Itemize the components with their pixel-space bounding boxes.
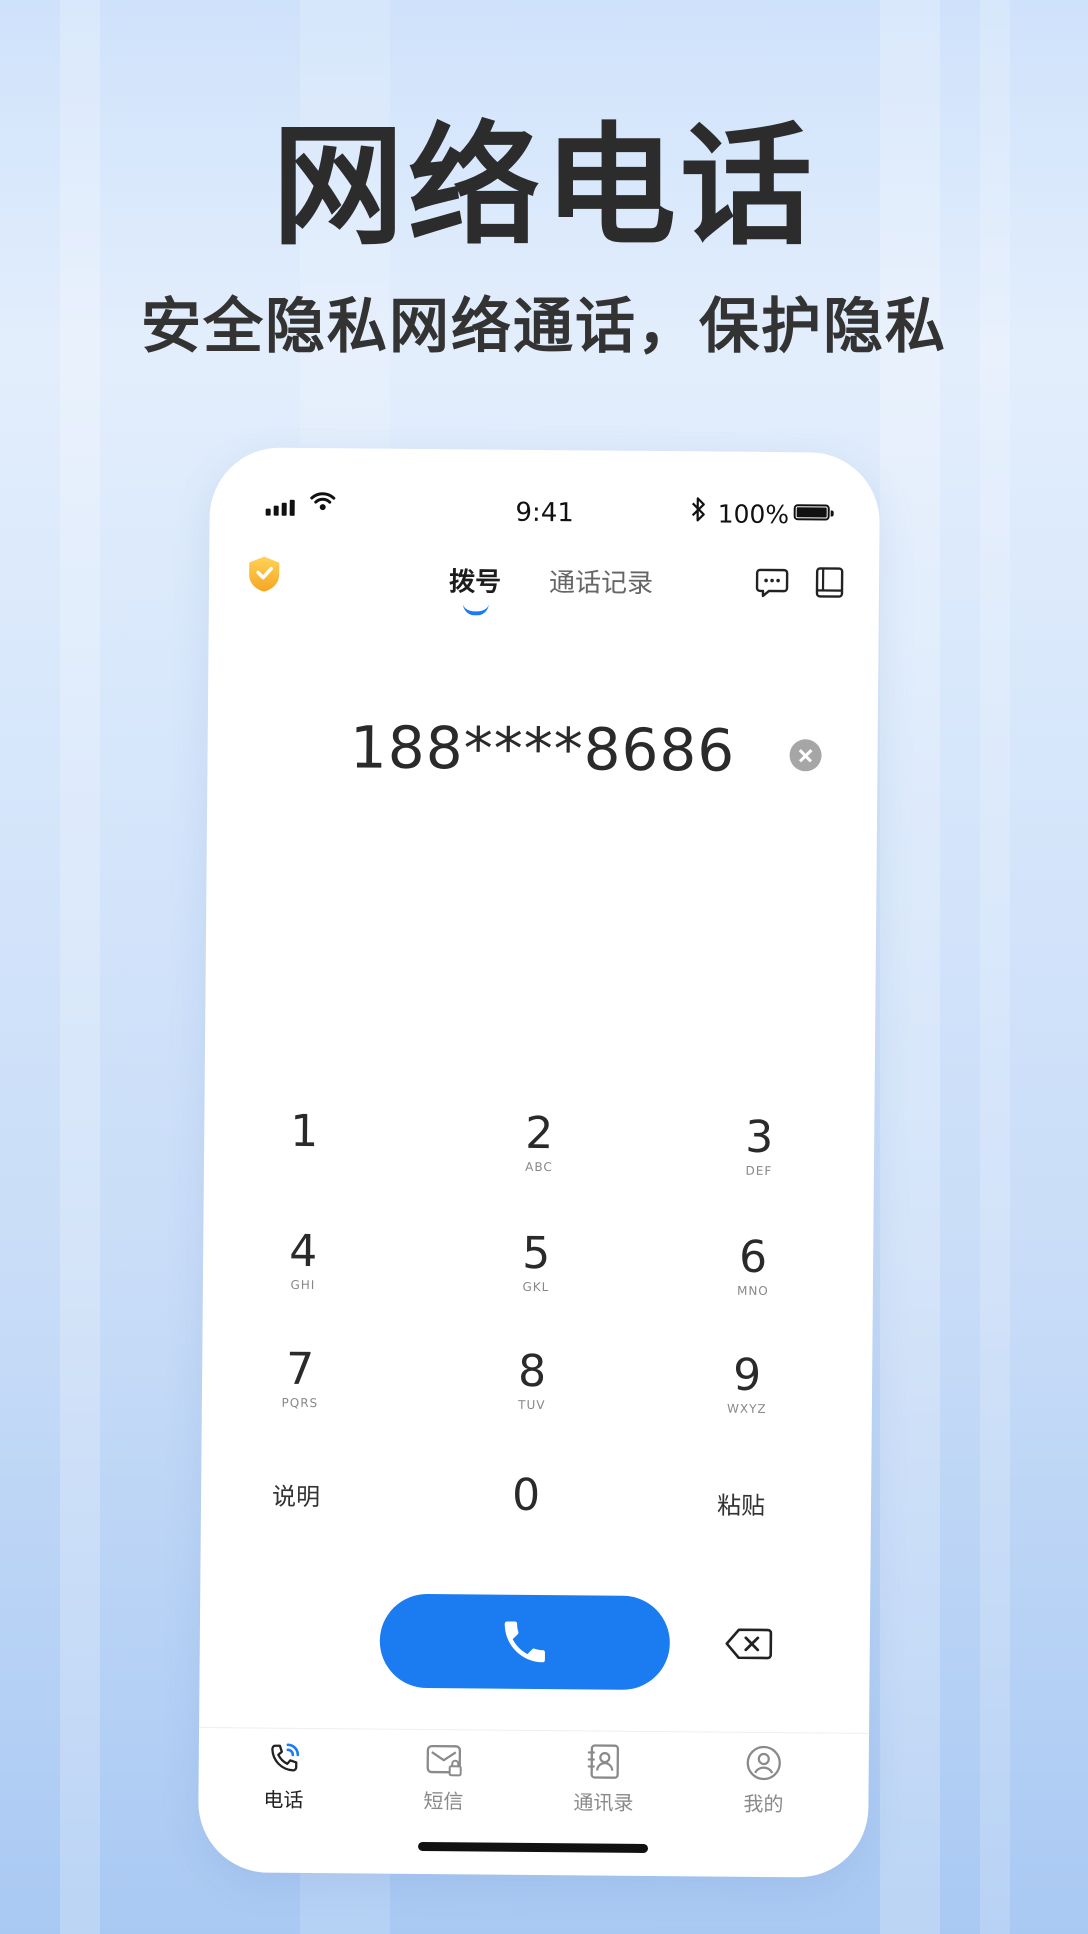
dial-key-4[interactable]: 4 GHI — [223, 1225, 384, 1328]
paste-key[interactable]: 粘贴 — [660, 1481, 821, 1582]
key-letters: GKL — [522, 1279, 550, 1295]
call-button[interactable] — [379, 1593, 671, 1691]
app-header: 拨号 通话记录 — [209, 547, 880, 623]
nav-profile-label: 我的 — [743, 1791, 784, 1817]
book-icon[interactable] — [812, 564, 848, 600]
dial-key-2[interactable]: 2 ABC — [459, 1107, 620, 1210]
phone-tab-icon — [271, 1743, 300, 1772]
promo-headline: 网络电话 — [272, 110, 816, 264]
paste-key-label: 粘贴 — [716, 1491, 766, 1520]
nav-messages-label: 短信 — [423, 1789, 464, 1814]
dial-key-3[interactable]: 3 DEF — [679, 1111, 840, 1214]
clear-icon[interactable] — [789, 739, 822, 772]
key-digit: 2 — [525, 1107, 554, 1160]
tab-dial[interactable]: 拨号 — [448, 561, 502, 616]
dial-key-6[interactable]: 6 MNO — [673, 1231, 834, 1334]
key-letters: DEF — [745, 1163, 773, 1179]
nav-phone-label: 电话 — [263, 1787, 304, 1812]
tab-call-log-label: 通话记录 — [548, 568, 654, 599]
dial-key-0[interactable]: 0 — [445, 1469, 606, 1572]
key-letters: TUV — [518, 1397, 546, 1413]
dial-key-5[interactable]: 5 GKL — [456, 1227, 617, 1330]
key-letters: WXYZ — [726, 1401, 767, 1416]
battery-percent: 100% — [717, 499, 790, 530]
key-letters: MNO — [736, 1283, 769, 1299]
key-digit: 9 — [732, 1349, 762, 1401]
key-letters: PQRS — [281, 1395, 319, 1411]
nav-profile[interactable]: 我的 — [688, 1741, 839, 1817]
tab-dial-label: 拨号 — [448, 567, 502, 598]
nav-divider — [199, 1727, 870, 1734]
status-bar: 9:41 100% — [210, 483, 880, 529]
key-digit: 7 — [285, 1343, 315, 1396]
nav-messages[interactable]: 短信 — [368, 1739, 519, 1815]
promo-subline: 安全隐私网络通话，保护隐私 — [141, 292, 947, 362]
active-tab-indicator — [462, 603, 489, 616]
phone-screen: 9:41 100% 拨号 通话记录 188****8686 1 2 ABC 3 … — [197, 447, 881, 1878]
battery-icon — [793, 504, 830, 521]
key-letters: ABC — [525, 1159, 553, 1175]
home-indicator — [417, 1841, 649, 1853]
key-letters — [224, 1157, 384, 1158]
phone-icon — [504, 1621, 545, 1663]
message-icon — [426, 1744, 462, 1777]
key-letters: GHI — [290, 1277, 316, 1293]
dial-key-9[interactable]: 9 WXYZ — [666, 1349, 827, 1452]
key-digit: 1 — [290, 1105, 319, 1158]
bluetooth-icon — [691, 497, 705, 522]
dial-key-1[interactable]: 1 — [224, 1105, 385, 1208]
key-digit: 4 — [288, 1225, 318, 1278]
tab-call-log[interactable]: 通话记录 — [549, 562, 653, 600]
shield-icon — [249, 556, 280, 592]
key-digit: 0 — [511, 1469, 541, 1522]
dialed-number: 188****8686 — [349, 713, 736, 785]
nav-phone[interactable]: 电话 — [208, 1737, 359, 1813]
dial-key-8[interactable]: 8 TUV — [452, 1345, 613, 1448]
help-key-label: 说明 — [271, 1482, 321, 1512]
key-digit: 5 — [521, 1227, 551, 1280]
key-digit: 3 — [745, 1111, 774, 1164]
key-digit: 6 — [738, 1231, 768, 1283]
backspace-icon[interactable] — [725, 1627, 773, 1661]
nav-contacts[interactable]: 通讯录 — [528, 1740, 679, 1816]
chat-icon[interactable] — [754, 564, 790, 600]
key-digit: 8 — [517, 1345, 547, 1398]
contacts-icon — [587, 1744, 620, 1779]
profile-icon — [746, 1745, 781, 1781]
nav-contacts-label: 通讯录 — [573, 1790, 634, 1815]
help-key[interactable]: 说明 — [215, 1472, 376, 1573]
dial-key-7[interactable]: 7 PQRS — [220, 1343, 381, 1446]
